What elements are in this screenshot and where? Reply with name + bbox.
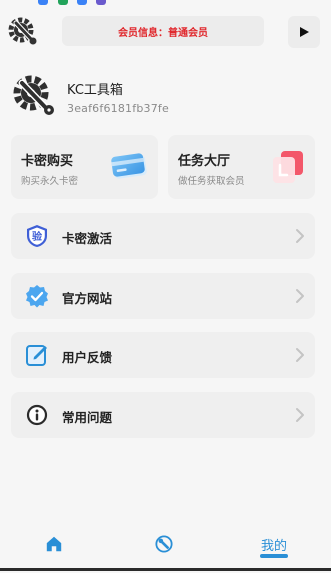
card-buy-key[interactable]: 卡密购买 购买永久卡密: [11, 135, 158, 199]
menu-item-faq[interactable]: 常用问题: [11, 392, 315, 438]
verified-badge-icon: [25, 284, 49, 308]
chevron-right-icon: [296, 408, 304, 422]
tab-mine-label: 我的: [260, 538, 287, 554]
menu-label: 用户反馈: [62, 350, 113, 365]
app-name: KC工具箱: [67, 83, 123, 98]
status-icon-3: [77, 0, 87, 5]
card-subtitle: 购买永久卡密: [21, 176, 79, 187]
edit-icon: [25, 343, 49, 367]
bottom-tab-bar: 我的: [0, 524, 331, 570]
card-title: 卡密购买: [21, 154, 74, 169]
app-logo-icon: [7, 16, 39, 48]
card-title: 任务大厅: [178, 154, 231, 169]
chevron-right-icon: [296, 348, 304, 362]
svg-text:验: 验: [32, 230, 43, 243]
verify-shield-icon: 验: [25, 224, 49, 248]
wrench-icon: [155, 535, 173, 553]
bottom-divider: [0, 568, 331, 571]
info-icon: [25, 403, 49, 427]
member-info-text: 会员信息：普通会员: [118, 27, 208, 39]
menu-item-feedback[interactable]: 用户反馈: [11, 332, 315, 378]
home-icon: [46, 536, 62, 552]
status-icon-1: [38, 0, 48, 5]
avatar: [11, 73, 57, 119]
member-info-badge: 会员信息：普通会员: [62, 16, 264, 46]
card-icon: [110, 149, 150, 185]
profile-section: KC工具箱 3eaf6f6181fb37fe: [0, 70, 331, 126]
menu-item-activate-key[interactable]: 验 卡密激活: [11, 213, 315, 259]
play-button[interactable]: [288, 16, 320, 48]
device-id: 3eaf6f6181fb37fe: [67, 102, 169, 115]
status-icon-4: [96, 0, 106, 5]
chevron-right-icon: [296, 229, 304, 243]
card-task-hall[interactable]: 任务大厅 做任务获取会员: [168, 135, 315, 199]
top-bar: 会员信息：普通会员: [0, 8, 331, 54]
menu-item-official-site[interactable]: 官方网站: [11, 273, 315, 319]
menu-label: 常用问题: [62, 410, 113, 425]
tab-active-indicator: [260, 554, 288, 558]
tab-tools[interactable]: [124, 524, 204, 564]
chevron-right-icon: [296, 289, 304, 303]
card-subtitle: 做任务获取会员: [178, 176, 245, 187]
task-icon: [267, 149, 307, 185]
tab-mine[interactable]: 我的: [234, 524, 314, 564]
menu-label: 卡密激活: [62, 231, 113, 246]
status-icon-2: [58, 0, 68, 5]
play-icon: [300, 27, 309, 37]
tab-home[interactable]: [14, 524, 94, 564]
menu-label: 官方网站: [62, 291, 113, 306]
status-bar: [0, 0, 331, 6]
